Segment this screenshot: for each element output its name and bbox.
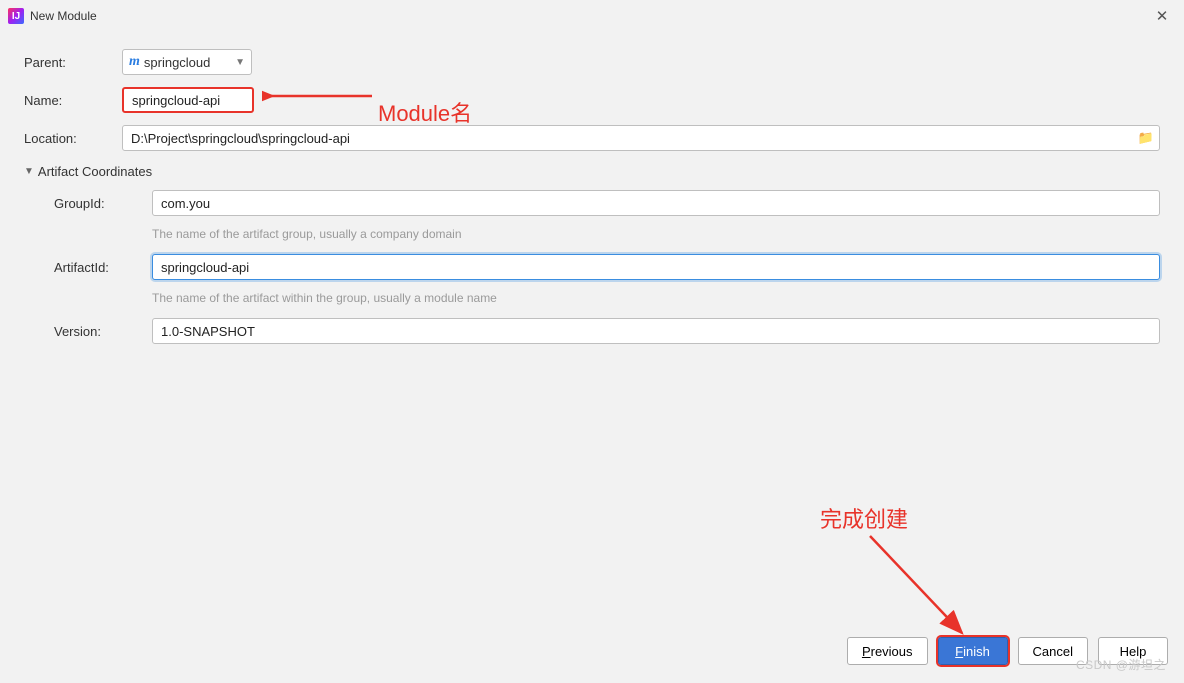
finish-button[interactable]: Finish (938, 637, 1008, 665)
previous-button[interactable]: Previous (847, 637, 928, 665)
titlebar: IJ New Module ✕ (0, 0, 1184, 32)
button-bar: Previous Finish Cancel Help (0, 627, 1184, 675)
version-label: Version: (54, 324, 152, 339)
section-title: Artifact Coordinates (38, 164, 152, 179)
close-button[interactable]: ✕ (1148, 7, 1176, 25)
groupid-input[interactable] (152, 190, 1160, 216)
annotation-finish: 完成创建 (820, 502, 908, 534)
parent-combobox[interactable]: m springcloud ▼ (122, 49, 252, 75)
form-content: Parent: m springcloud ▼ Name: Location: … (0, 32, 1184, 345)
intellij-icon: IJ (8, 8, 24, 24)
parent-value: springcloud (144, 55, 211, 70)
maven-m-icon: m (129, 54, 140, 70)
name-input[interactable] (122, 87, 254, 113)
artifactid-input[interactable] (152, 254, 1160, 280)
artifactid-hint: The name of the artifact within the grou… (152, 291, 1160, 305)
location-label: Location: (24, 131, 122, 146)
parent-label: Parent: (24, 55, 122, 70)
groupid-hint: The name of the artifact group, usually … (152, 227, 1160, 241)
artifactid-label: ArtifactId: (54, 260, 152, 275)
window-title: New Module (30, 9, 97, 23)
artifact-coordinates-toggle[interactable]: ▼ Artifact Coordinates (24, 164, 1160, 179)
help-button[interactable]: Help (1098, 637, 1168, 665)
location-input[interactable] (122, 125, 1160, 151)
name-label: Name: (24, 93, 122, 108)
expand-triangle-icon: ▼ (24, 166, 34, 177)
cancel-button[interactable]: Cancel (1018, 637, 1088, 665)
chevron-down-icon: ▼ (235, 57, 245, 68)
groupid-label: GroupId: (54, 196, 152, 211)
version-input[interactable] (152, 318, 1160, 344)
